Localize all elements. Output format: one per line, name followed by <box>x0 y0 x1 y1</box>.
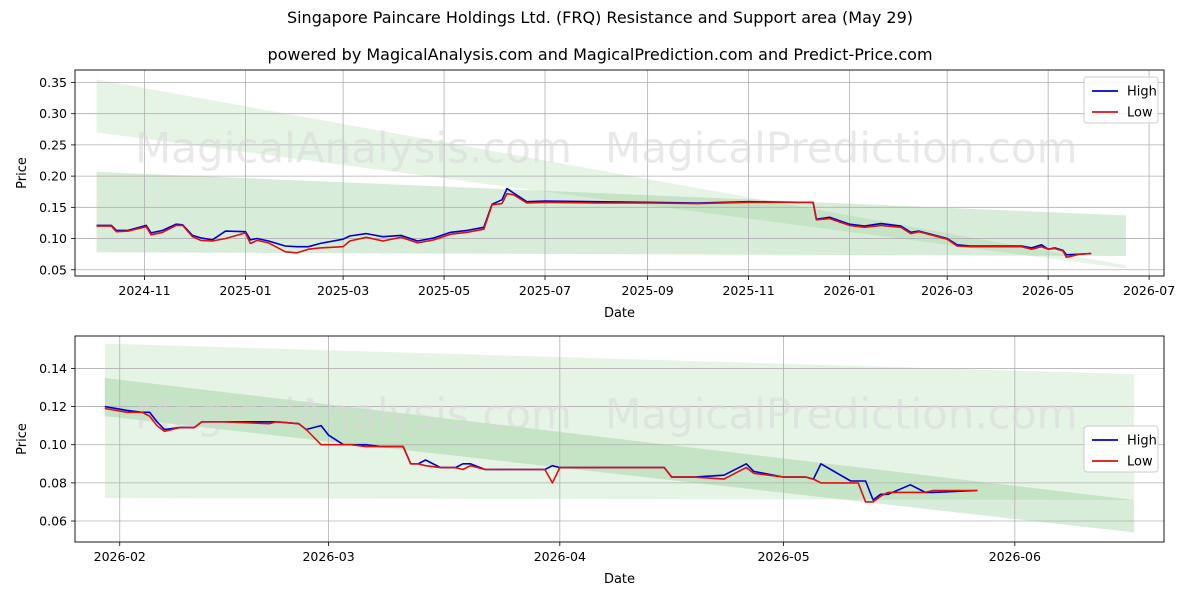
top-xtick-label-3: 2025-05 <box>418 283 470 298</box>
top-legend-label-low: Low <box>1127 106 1153 121</box>
bottom-watermark-analysis: MagicalAnalysis.com <box>135 390 572 439</box>
top-y-axis-label: Price <box>15 157 30 189</box>
top-chart-panel: MagicalAnalysis.com MagicalPrediction.com… <box>15 69 1175 321</box>
bottom-x-axis-label: Date <box>604 572 635 587</box>
bottom-xtick-label-0: 2026-02 <box>94 549 146 564</box>
top-xtick-label-4: 2025-07 <box>519 283 571 298</box>
bottom-ytick-label-1: 0.08 <box>39 475 67 490</box>
bottom-xtick-label-2: 2026-04 <box>534 549 586 564</box>
top-ytick-label-1: 0.10 <box>39 231 67 246</box>
top-ytick-label-0: 0.05 <box>39 262 67 277</box>
top-ytick-label-6: 0.35 <box>39 75 67 90</box>
bottom-ytick-label-2: 0.10 <box>39 437 67 452</box>
top-watermark-prediction: MagicalPrediction.com <box>605 124 1078 173</box>
charts-canvas: MagicalAnalysis.com MagicalPrediction.com… <box>15 69 1175 587</box>
top-x-axis-label: Date <box>604 306 635 321</box>
top-xtick-label-7: 2026-01 <box>823 283 875 298</box>
bottom-legend-label-high: High <box>1127 434 1157 449</box>
bottom-legend: High Low <box>1083 425 1159 473</box>
top-xtick-label-9: 2026-05 <box>1022 283 1074 298</box>
bottom-xtick-label-1: 2026-03 <box>302 549 354 564</box>
top-ytick-label-5: 0.30 <box>39 106 67 121</box>
top-legend-label-high: High <box>1127 85 1157 100</box>
bottom-ytick-label-3: 0.12 <box>39 399 67 414</box>
top-xtick-label-2: 2025-03 <box>317 283 369 298</box>
bottom-xtick-label-4: 2026-06 <box>989 549 1041 564</box>
bottom-chart-panel: MagicalAnalysis.com MagicalPrediction.com… <box>15 335 1165 587</box>
top-xtick-label-5: 2025-09 <box>622 283 674 298</box>
top-ytick-label-2: 0.15 <box>39 200 67 215</box>
bottom-xtick-label-3: 2026-05 <box>757 549 809 564</box>
bottom-ytick-label-0: 0.06 <box>39 514 67 529</box>
bottom-y-axis-label: Price <box>15 423 30 455</box>
top-xtick-label-0: 2024-11 <box>118 283 170 298</box>
top-legend: High Low <box>1083 76 1159 124</box>
bottom-watermark-prediction: MagicalPrediction.com <box>605 390 1078 439</box>
top-xtick-label-8: 2026-03 <box>921 283 973 298</box>
top-xtick-label-10: 2026-07 <box>1123 283 1175 298</box>
top-ytick-label-4: 0.25 <box>39 137 67 152</box>
top-xtick-label-1: 2025-01 <box>219 283 271 298</box>
top-ytick-label-3: 0.20 <box>39 169 67 184</box>
top-watermark-analysis: MagicalAnalysis.com <box>135 124 572 173</box>
top-xtick-label-6: 2025-11 <box>722 283 774 298</box>
bottom-legend-label-low: Low <box>1127 455 1153 470</box>
bottom-ytick-label-4: 0.14 <box>39 361 67 376</box>
